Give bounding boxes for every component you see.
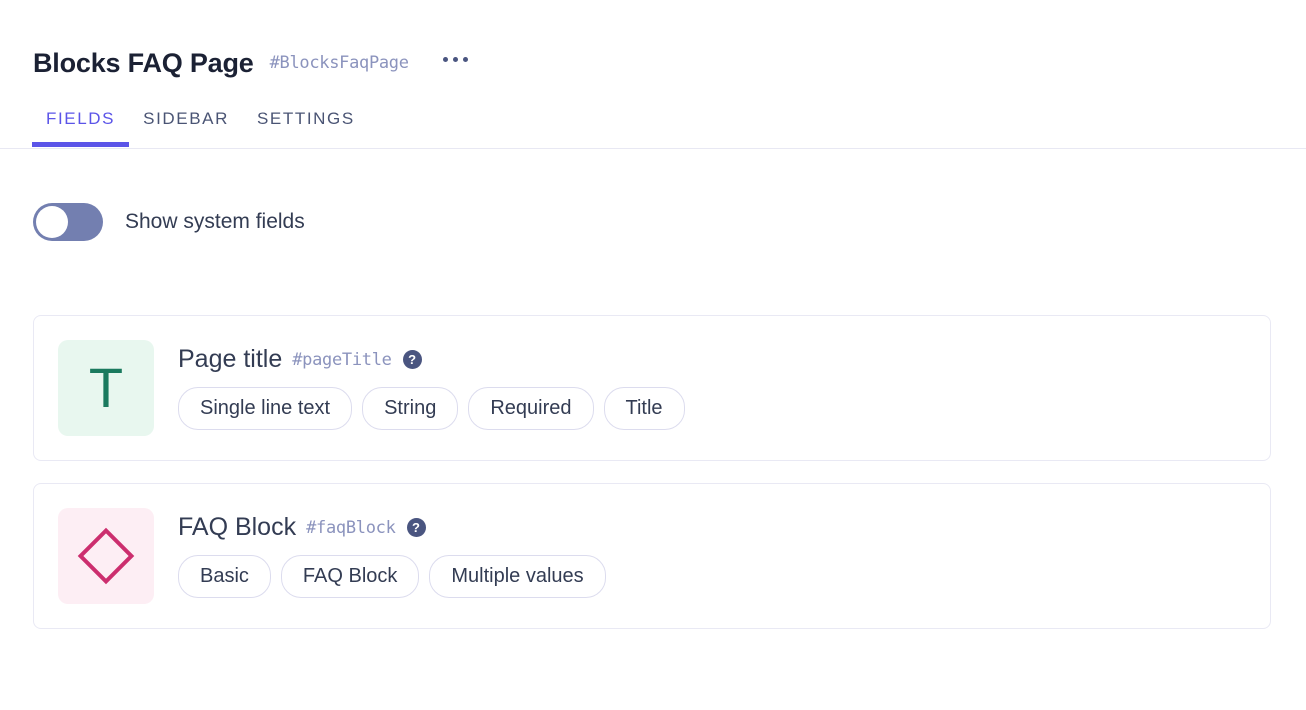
tab-sidebar[interactable]: SIDEBAR [129,109,243,149]
field-tag-row: Single line text String Required Title [178,387,1246,431]
field-body: FAQ Block #faqBlock ? Basic FAQ Block Mu… [178,512,1246,599]
field-tag: Multiple values [429,555,606,599]
letter-t-icon: T [88,356,124,419]
page-identifier: #BlocksFaqPage [269,52,409,73]
kebab-menu-icon[interactable] [441,51,470,68]
help-icon[interactable]: ? [406,518,426,537]
field-card-faq-block[interactable]: FAQ Block #faqBlock ? Basic FAQ Block Mu… [33,483,1271,629]
show-system-fields-row: Show system fields [0,149,1306,241]
field-tag-row: Basic FAQ Block Multiple values [178,555,1246,599]
diamond-icon [77,527,135,585]
tab-settings[interactable]: SETTINGS [243,109,369,149]
text-field-icon: T [58,340,154,436]
field-list: T Page title #pageTitle ? Single line te… [0,315,1306,629]
tab-bar: FIELDS SIDEBAR SETTINGS [0,109,1306,149]
field-tag: Basic [178,555,271,599]
field-body: Page title #pageTitle ? Single line text… [178,344,1246,431]
tab-fields[interactable]: FIELDS [32,109,130,149]
field-identifier: #pageTitle [292,349,392,370]
field-tag: FAQ Block [280,555,420,599]
field-card-page-title[interactable]: T Page title #pageTitle ? Single line te… [33,315,1271,461]
block-field-icon [58,508,154,604]
toggle-knob [36,206,68,238]
show-system-fields-label: Show system fields [125,210,305,233]
field-name: FAQ Block [178,512,297,541]
field-tag: String [362,387,459,431]
tab-bar-divider [0,148,1306,149]
field-tag: Single line text [178,387,353,431]
page-header: Blocks FAQ Page #BlocksFaqPage FIELDS SI… [0,0,1306,149]
field-header: Page title #pageTitle ? [178,344,1246,374]
kebab-dot [442,56,448,62]
field-tag: Title [603,387,685,431]
field-identifier: #faqBlock [306,517,396,538]
help-icon[interactable]: ? [402,350,422,369]
field-tag: Required [468,387,594,431]
title-row: Blocks FAQ Page #BlocksFaqPage [0,0,1306,84]
kebab-dot [462,56,468,62]
field-header: FAQ Block #faqBlock ? [178,512,1246,542]
show-system-fields-toggle[interactable] [33,203,103,241]
field-name: Page title [178,344,283,373]
page-title: Blocks FAQ Page [33,47,254,78]
kebab-dot [452,56,458,62]
